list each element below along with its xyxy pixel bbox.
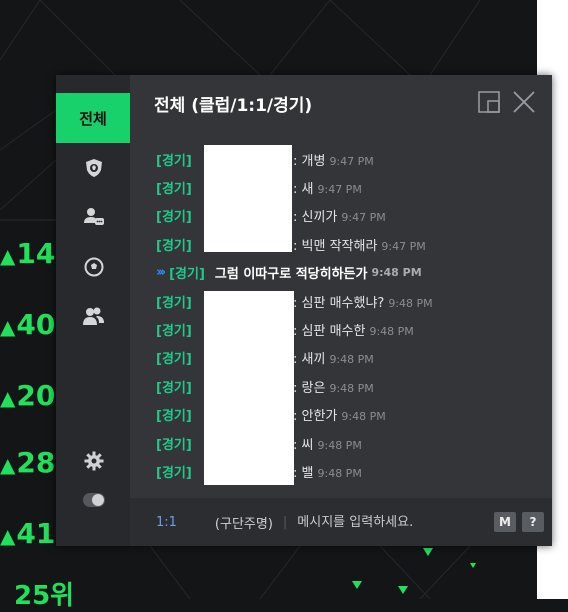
message-text: 개병 [301, 153, 326, 169]
message-tag: [경기] [156, 182, 192, 198]
toggle-icon[interactable] [82, 488, 106, 512]
message-time: 9:48 PM [329, 353, 374, 367]
message-time: 9:48 PM [329, 381, 374, 395]
message-tag: [경기] [156, 380, 192, 396]
message-time: 9:47 PM [381, 239, 426, 253]
chat-message: [경기] : 빅맨 작작해라 9:47 PM [156, 230, 546, 258]
chat-message: [경기] : 새 9:47 PM [156, 173, 546, 202]
chat-message: [경기] : 밸 9:48 PM [156, 457, 546, 486]
redacted-name [204, 428, 294, 458]
message-text: 밸 [301, 465, 314, 481]
message-time: 9:47 PM [317, 183, 362, 197]
marker-icon [423, 548, 433, 556]
message-text: 그럼 이따구로 적당히하든가 [214, 267, 368, 283]
message-tag: [경기] [156, 324, 192, 340]
message-time: 9:48 PM [317, 466, 362, 480]
redacted-name [204, 400, 294, 429]
redacted-name [204, 315, 294, 344]
chat-message: [경기] : 심판 매수한 9:48 PM [156, 315, 546, 344]
chat-message: [경기] : 안한가 9:48 PM [156, 400, 546, 429]
message-input[interactable] [297, 514, 468, 530]
marker-icon [352, 581, 362, 589]
message-tag: [경기] [156, 153, 192, 169]
message-tag: [경기] [156, 465, 192, 481]
chat-title: 전체 (클럽/1:1/경기) [154, 96, 313, 116]
message-text: 안한가 [301, 409, 338, 425]
message-text: 씨 [301, 437, 314, 453]
redacted-name [204, 201, 292, 231]
message-time: 9:48 PM [341, 410, 386, 424]
message-time: 9:48 PM [388, 296, 433, 310]
chat-message: [경기] : 심판 매수했냐? 9:48 PM [156, 287, 546, 316]
close-icon[interactable] [511, 89, 537, 115]
chat-message: [경기] : 씨 9:48 PM [156, 428, 546, 458]
message-time: 9:47 PM [341, 211, 386, 225]
user-chat-icon[interactable] [82, 205, 106, 229]
message-text: 심판 매수했냐? [301, 295, 385, 311]
redacted-name [204, 290, 294, 316]
message-text: 랑은 [301, 380, 326, 396]
popout-icon[interactable] [476, 89, 502, 115]
message-text: 심판 매수한 [301, 324, 366, 340]
macro-button[interactable]: M [494, 512, 516, 532]
chat-sidebar: 전체 [56, 75, 130, 546]
message-text: 새 [301, 182, 314, 198]
redacted-name [204, 372, 294, 401]
message-tag: [경기] [156, 295, 192, 311]
chat-mode-selector[interactable]: 1:1 [156, 515, 177, 530]
tab-all[interactable]: 전체 [56, 93, 130, 143]
message-tag: [경기] [156, 210, 192, 226]
message-time: 9:48 PM [369, 325, 414, 339]
message-time: 9:47 PM [329, 154, 374, 168]
divider: | [282, 514, 288, 530]
message-time: 9:48 PM [317, 438, 362, 452]
marker-icon [470, 563, 476, 568]
chat-input-bar: 1:1 (구단주명) | M ? [130, 498, 552, 546]
friends-icon[interactable] [82, 305, 106, 329]
redacted-name [204, 173, 292, 202]
redacted-name [204, 457, 294, 486]
bg-rank: 25위 [14, 581, 75, 611]
chat-message: [경기] : 신끼가 9:47 PM [156, 201, 546, 231]
chat-window: 전체 전체 (클럽/1:1/경기) [경기] : 개병 9:47 PM [경기]… [56, 75, 552, 546]
help-button[interactable]: ? [522, 512, 544, 532]
redacted-name [204, 230, 292, 253]
message-tag: [경기] [169, 267, 205, 283]
chat-message-highlight: ››› [경기] 그럼 이따구로 적당히하든가 9:48 PM [156, 259, 546, 287]
message-text: 새끼 [301, 352, 326, 368]
redacted-name [204, 343, 294, 373]
gear-icon[interactable] [82, 449, 106, 473]
soccer-ball-icon[interactable] [82, 255, 106, 279]
chat-message: [경기] : 개병 9:47 PM [156, 145, 546, 173]
message-tag: [경기] [156, 437, 192, 453]
club-shield-icon[interactable] [82, 156, 106, 180]
speaker-name[interactable]: (구단주명) [215, 513, 273, 532]
message-text: 신끼가 [301, 210, 338, 226]
message-text: 빅맨 작작해라 [301, 238, 378, 254]
message-tag: [경기] [156, 409, 192, 425]
message-tag: [경기] [156, 352, 192, 368]
message-list: [경기] : 개병 9:47 PM [경기] : 새 9:47 PM [경기] : … [156, 145, 546, 486]
message-tag: [경기] [156, 238, 192, 254]
message-time: 9:48 PM [371, 266, 422, 280]
chevron-right-icon: ››› [156, 265, 166, 281]
redacted-name [204, 145, 292, 173]
chat-message: [경기] : 랑은 9:48 PM [156, 372, 546, 401]
marker-icon [398, 586, 408, 594]
chat-message: [경기] : 새끼 9:48 PM [156, 343, 546, 373]
